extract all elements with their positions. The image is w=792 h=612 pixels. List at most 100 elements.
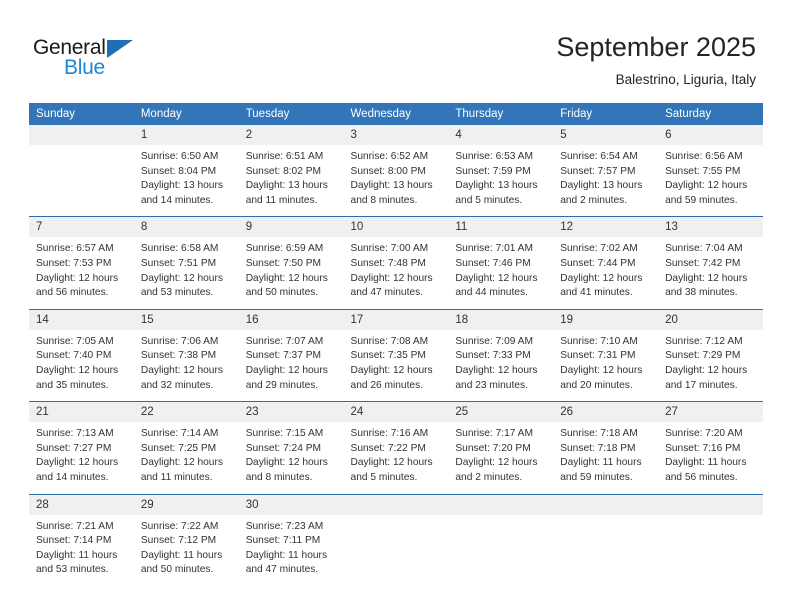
sunrise-text: Sunrise: 7:13 AM — [36, 428, 114, 440]
calendar-week-row: 1 Sunrise: 6:50 AM Sunset: 8:04 PM Daylight… — [29, 125, 763, 217]
calendar-day-cell[interactable]: 20 Sunrise: 7:12 AM Sunset: 7:29 PM Dayligh… — [658, 308, 763, 402]
day-number: 29 — [133, 494, 239, 515]
day-details: Sunrise: 6:50 AM Sunset: 8:04 PM Daylight:… — [134, 145, 239, 216]
calendar-day-cell[interactable]: 17 Sunrise: 7:08 AM Sunset: 7:35 PM Dayligh… — [343, 308, 449, 402]
calendar-day-cell[interactable]: 27 Sunrise: 7:20 AM Sunset: 7:16 PM Dayligh… — [658, 401, 763, 494]
day-number: 16 — [238, 309, 344, 330]
calendar-day-cell[interactable]: 30 Sunrise: 7:23 AM Sunset: 7:11 PM Dayligh… — [238, 493, 344, 586]
sunrise-text: Sunrise: 6:59 AM — [245, 243, 324, 255]
daylight-text: Daylight: 13 hours — [350, 180, 433, 192]
calendar-day-cell[interactable]: 18 Sunrise: 7:09 AM Sunset: 7:33 PM Dayligh… — [448, 308, 554, 402]
calendar-day-cell[interactable]: 26 Sunrise: 7:18 AM Sunset: 7:18 PM Dayligh… — [553, 401, 659, 494]
daylight-text: Daylight: 12 hours — [455, 457, 538, 469]
calendar-day-cell[interactable]: 2 Sunrise: 6:51 AM Sunset: 8:02 PM Daylight… — [238, 125, 344, 217]
day-number — [448, 494, 554, 515]
day-details: Sunrise: 7:15 AM Sunset: 7:24 PM Daylight:… — [239, 422, 344, 493]
sunrise-text: Sunrise: 6:52 AM — [350, 151, 429, 162]
daylight-text: Daylight: 12 hours — [560, 272, 643, 284]
daylight-text-cont: and 56 minutes. — [36, 287, 109, 299]
sunrise-text: Sunrise: 7:16 AM — [350, 428, 429, 440]
calendar-day-cell[interactable]: 29 Sunrise: 7:22 AM Sunset: 7:12 PM Dayligh… — [133, 493, 239, 586]
calendar-empty-cell — [553, 493, 659, 586]
calendar-day-cell[interactable]: 28 Sunrise: 7:21 AM Sunset: 7:14 PM Dayligh… — [29, 493, 134, 586]
day-number: 10 — [343, 217, 449, 238]
calendar-day-cell[interactable]: 15 Sunrise: 7:06 AM Sunset: 7:38 PM Dayligh… — [133, 308, 239, 402]
daylight-text: Daylight: 12 hours — [350, 457, 433, 469]
sunrise-text: Sunrise: 6:50 AM — [140, 151, 219, 162]
daylight-text: Daylight: 12 hours — [140, 272, 223, 284]
sunrise-text: Sunrise: 7:10 AM — [560, 335, 638, 347]
day-details: Sunrise: 7:14 AM Sunset: 7:25 PM Daylight:… — [134, 422, 239, 493]
day-details: Sunrise: 7:09 AM Sunset: 7:33 PM Daylight:… — [448, 330, 553, 401]
day-number: 4 — [448, 125, 554, 145]
calendar-day-cell[interactable]: 3 Sunrise: 6:52 AM Sunset: 8:00 PM Daylight… — [343, 125, 449, 217]
calendar-day-cell[interactable]: 19 Sunrise: 7:10 AM Sunset: 7:31 PM Dayligh… — [553, 308, 659, 402]
daylight-text-cont: and 8 minutes. — [245, 471, 313, 483]
sunrise-text: Sunrise: 7:07 AM — [245, 335, 324, 347]
sunrise-text: Sunrise: 7:09 AM — [455, 335, 533, 347]
sunset-text: Sunset: 7:59 PM — [455, 165, 531, 177]
daylight-text: Daylight: 12 hours — [455, 364, 538, 376]
calendar-day-cell[interactable]: 16 Sunrise: 7:07 AM Sunset: 7:37 PM Dayligh… — [238, 308, 344, 402]
calendar-day-cell[interactable]: 7 Sunrise: 6:57 AM Sunset: 7:53 PM Daylight… — [29, 216, 134, 310]
calendar-day-cell[interactable]: 14 Sunrise: 7:05 AM Sunset: 7:40 PM Dayligh… — [29, 308, 134, 402]
column-header-saturday: Saturday — [658, 103, 763, 125]
calendar-day-cell[interactable]: 21 Sunrise: 7:13 AM Sunset: 7:27 PM Dayligh… — [29, 401, 134, 494]
sunset-text: Sunset: 7:29 PM — [665, 350, 741, 362]
calendar-day-cell[interactable]: 22 Sunrise: 7:14 AM Sunset: 7:25 PM Dayligh… — [133, 401, 239, 494]
calendar-day-cell[interactable]: 5 Sunrise: 6:54 AM Sunset: 7:57 PM Daylight… — [553, 125, 659, 217]
day-number: 30 — [238, 494, 344, 515]
sunset-text: Sunset: 7:57 PM — [560, 165, 636, 177]
daylight-text-cont: and 2 minutes. — [455, 471, 523, 483]
brand-name-blue: Blue — [64, 56, 105, 79]
sunrise-text: Sunrise: 6:54 AM — [560, 151, 638, 162]
column-header-wednesday: Wednesday — [343, 103, 449, 125]
sunset-text: Sunset: 7:31 PM — [560, 350, 636, 362]
sunset-text: Sunset: 8:00 PM — [350, 165, 426, 177]
calendar-day-cell[interactable]: 1 Sunrise: 6:50 AM Sunset: 8:04 PM Daylight… — [133, 125, 239, 217]
column-header-monday: Monday — [133, 103, 239, 125]
day-number: 3 — [343, 125, 449, 145]
sunrise-text: Sunrise: 7:22 AM — [140, 520, 219, 532]
calendar-day-cell[interactable]: 10 Sunrise: 7:00 AM Sunset: 7:48 PM Dayligh… — [343, 216, 449, 310]
day-number: 12 — [553, 217, 659, 238]
calendar-day-cell[interactable]: 24 Sunrise: 7:16 AM Sunset: 7:22 PM Dayligh… — [343, 401, 449, 494]
daylight-text-cont: and 59 minutes. — [560, 471, 633, 483]
daylight-text-cont: and 47 minutes. — [245, 564, 319, 576]
day-details — [29, 145, 134, 158]
day-details: Sunrise: 7:12 AM Sunset: 7:29 PM Daylight:… — [658, 330, 763, 401]
daylight-text-cont: and 5 minutes. — [455, 194, 523, 206]
column-header-thursday: Thursday — [448, 103, 554, 125]
daylight-text: Daylight: 12 hours — [245, 457, 328, 469]
sunrise-text: Sunrise: 7:08 AM — [350, 335, 429, 347]
day-number: 26 — [553, 402, 659, 423]
sunrise-text: Sunrise: 6:53 AM — [455, 151, 533, 162]
day-number — [553, 494, 659, 515]
calendar-day-cell[interactable]: 23 Sunrise: 7:15 AM Sunset: 7:24 PM Dayligh… — [238, 401, 344, 494]
daylight-text: Daylight: 12 hours — [140, 364, 223, 376]
sunset-text: Sunset: 7:20 PM — [455, 442, 531, 454]
calendar-week-row: 21 Sunrise: 7:13 AM Sunset: 7:27 PM Dayligh… — [29, 401, 763, 494]
calendar-day-cell[interactable]: 11 Sunrise: 7:01 AM Sunset: 7:46 PM Dayligh… — [448, 216, 554, 310]
title-block: September 2025 Balestrino, Liguria, Ital… — [556, 30, 756, 88]
brand-logo[interactable]: General Blue — [33, 36, 213, 84]
day-details: Sunrise: 7:16 AM Sunset: 7:22 PM Daylight:… — [344, 422, 449, 493]
calendar-day-cell[interactable]: 9 Sunrise: 6:59 AM Sunset: 7:50 PM Daylight… — [238, 216, 344, 310]
day-details — [344, 515, 449, 528]
daylight-text: Daylight: 12 hours — [36, 364, 119, 376]
daylight-text-cont: and 23 minutes. — [455, 379, 528, 391]
daylight-text: Daylight: 11 hours — [36, 549, 118, 561]
sunset-text: Sunset: 7:33 PM — [455, 350, 531, 362]
day-number: 19 — [553, 309, 659, 330]
calendar-day-cell[interactable]: 8 Sunrise: 6:58 AM Sunset: 7:51 PM Daylight… — [133, 216, 239, 310]
day-details: Sunrise: 7:06 AM Sunset: 7:38 PM Daylight:… — [134, 330, 239, 401]
calendar-day-cell[interactable]: 13 Sunrise: 7:04 AM Sunset: 7:42 PM Dayligh… — [658, 216, 763, 310]
sunrise-text: Sunrise: 7:14 AM — [140, 428, 219, 440]
day-details — [658, 515, 763, 528]
sunset-text: Sunset: 7:55 PM — [665, 165, 741, 177]
day-details: Sunrise: 7:02 AM Sunset: 7:44 PM Daylight:… — [553, 237, 658, 308]
calendar-day-cell[interactable]: 12 Sunrise: 7:02 AM Sunset: 7:44 PM Dayligh… — [553, 216, 659, 310]
calendar-day-cell[interactable]: 6 Sunrise: 6:56 AM Sunset: 7:55 PM Daylight… — [658, 125, 763, 217]
calendar-day-cell[interactable]: 25 Sunrise: 7:17 AM Sunset: 7:20 PM Dayligh… — [448, 401, 554, 494]
calendar-day-cell[interactable]: 4 Sunrise: 6:53 AM Sunset: 7:59 PM Daylight… — [448, 125, 554, 217]
